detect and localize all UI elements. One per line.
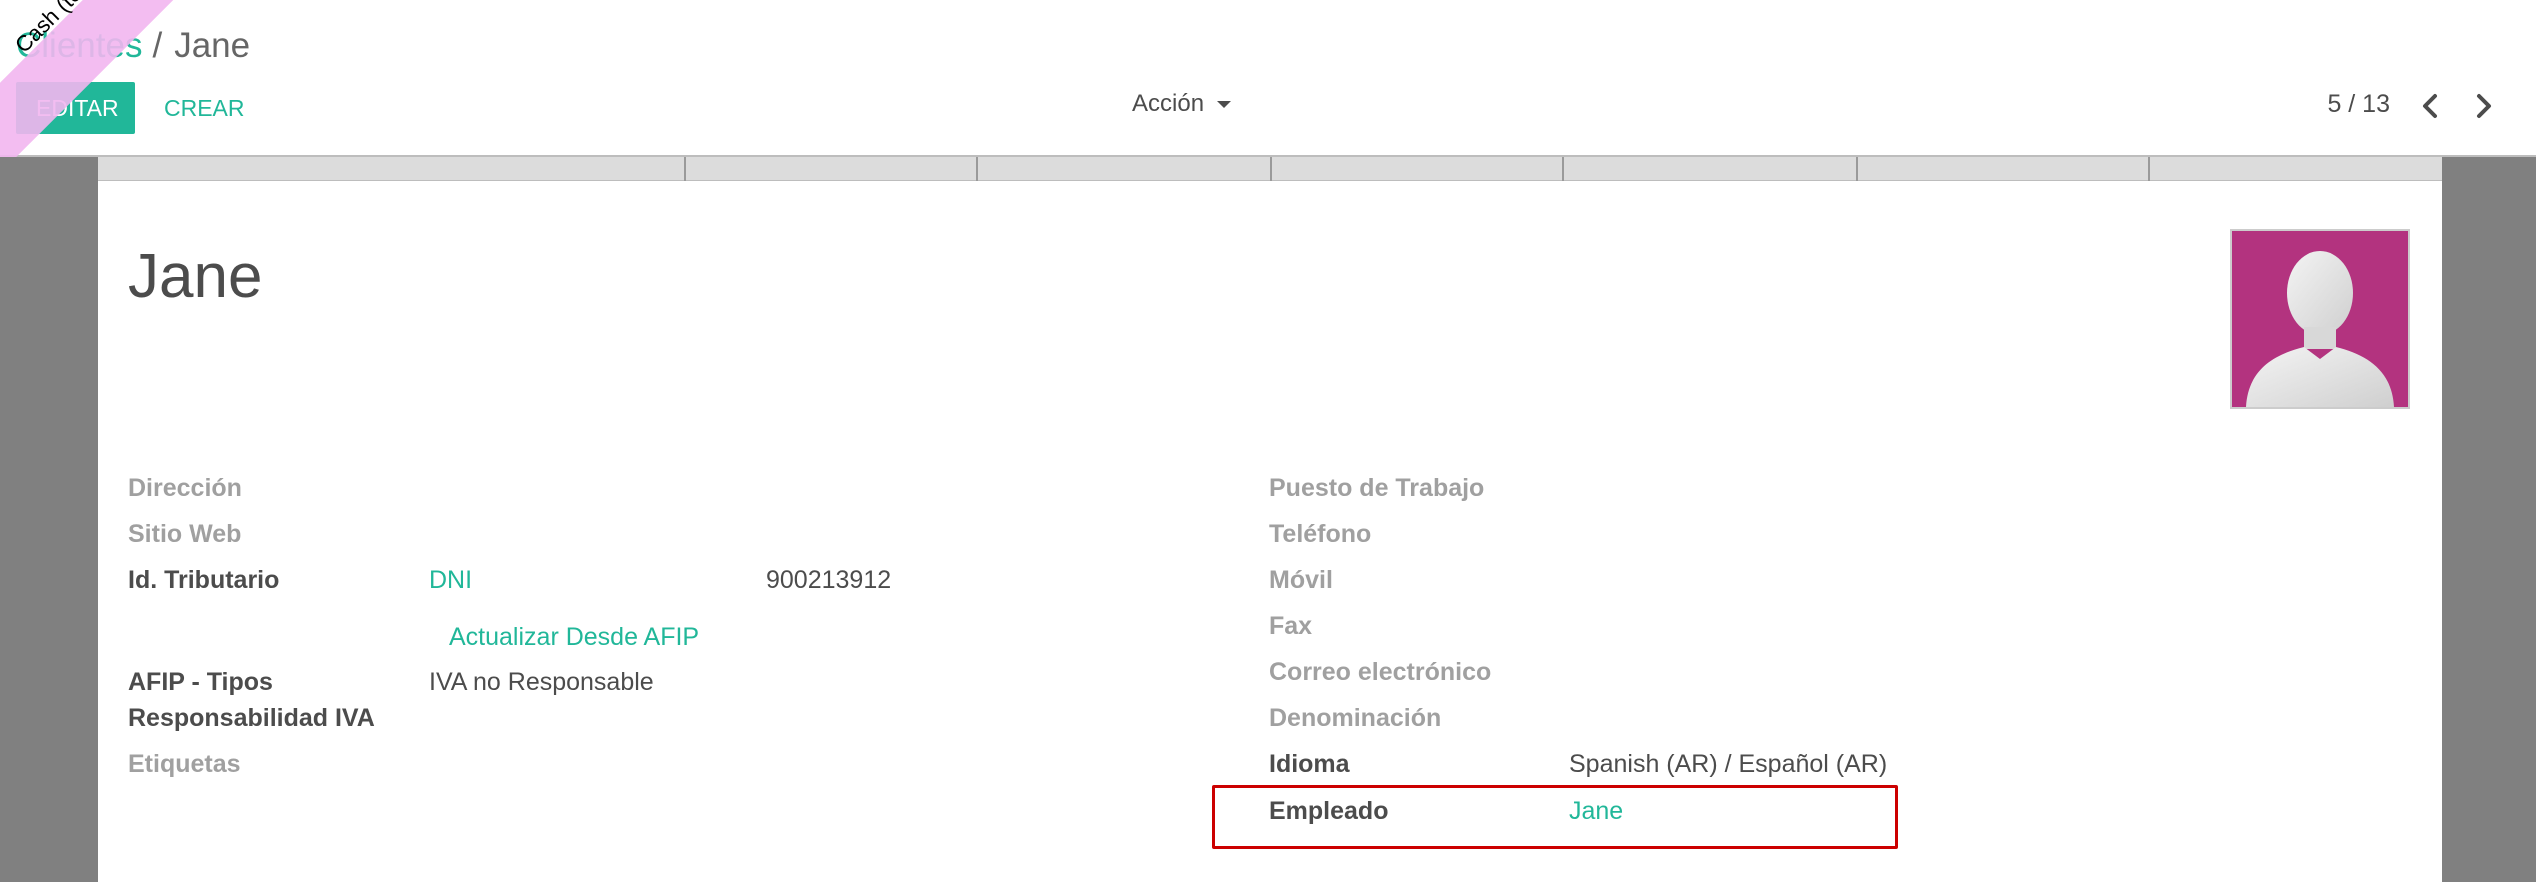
user-silhouette-icon[interactable] xyxy=(2230,229,2410,409)
record-title: Jane xyxy=(128,242,263,311)
breadcrumb-separator: / xyxy=(152,26,163,65)
afip-responsabilidad-label-1: AFIP - Tipos xyxy=(128,668,273,696)
chevron-left-icon[interactable] xyxy=(2410,86,2450,126)
direccion-label: Dirección xyxy=(128,474,242,502)
smart-button-bar xyxy=(98,157,2442,181)
caret-down-icon xyxy=(1216,101,1231,109)
action-dropdown[interactable]: Acción xyxy=(1132,84,1231,124)
etiquetas-label: Etiquetas xyxy=(128,750,241,778)
breadcrumb-clientes-link[interactable]: Clientes xyxy=(16,26,142,65)
smart-button-divider xyxy=(684,157,686,181)
id-tributario-label: Id. Tributario xyxy=(128,566,280,594)
empleado-link[interactable]: Jane xyxy=(1569,793,1623,829)
edit-button[interactable]: EDITAR xyxy=(16,82,135,134)
idioma-value: Spanish (AR) / Español (AR) xyxy=(1569,750,1888,778)
action-dropdown-label: Acción xyxy=(1132,90,1205,117)
id-number-value: 900213912 xyxy=(766,566,892,594)
control-panel: Clientes / Jane EDITAR CREAR Acción 5 / 13 xyxy=(0,0,2536,157)
telefono-label: Teléfono xyxy=(1269,520,1372,548)
id-type-link[interactable]: DNI xyxy=(429,562,472,598)
afip-update-button[interactable]: Actualizar Desde AFIP xyxy=(449,619,699,655)
puesto-trabajo-label: Puesto de Trabajo xyxy=(1269,474,1485,502)
movil-label: Móvil xyxy=(1269,566,1333,594)
sitio-web-label: Sitio Web xyxy=(128,520,242,548)
pager-value[interactable]: 5 / 13 xyxy=(2327,84,2390,124)
afip-responsabilidad-label-2: Responsabilidad IVA xyxy=(128,704,375,732)
chevron-right-icon[interactable] xyxy=(2464,86,2504,126)
create-button[interactable]: CREAR xyxy=(144,82,265,134)
breadcrumb: Clientes / Jane xyxy=(16,22,250,70)
idioma-label: Idioma xyxy=(1269,750,1350,778)
empleado-label: Empleado xyxy=(1269,797,1389,825)
correo-label: Correo electrónico xyxy=(1269,658,1492,686)
smart-button-divider xyxy=(2148,157,2150,181)
breadcrumb-current: Jane xyxy=(174,26,251,65)
smart-button-divider xyxy=(976,157,978,181)
afip-responsabilidad-value: IVA no Responsable xyxy=(429,668,654,696)
denominacion-label: Denominación xyxy=(1269,704,1442,732)
smart-button-divider xyxy=(1270,157,1272,181)
smart-button-divider xyxy=(1856,157,1858,181)
smart-button-divider xyxy=(1562,157,1564,181)
fax-label: Fax xyxy=(1269,612,1313,640)
